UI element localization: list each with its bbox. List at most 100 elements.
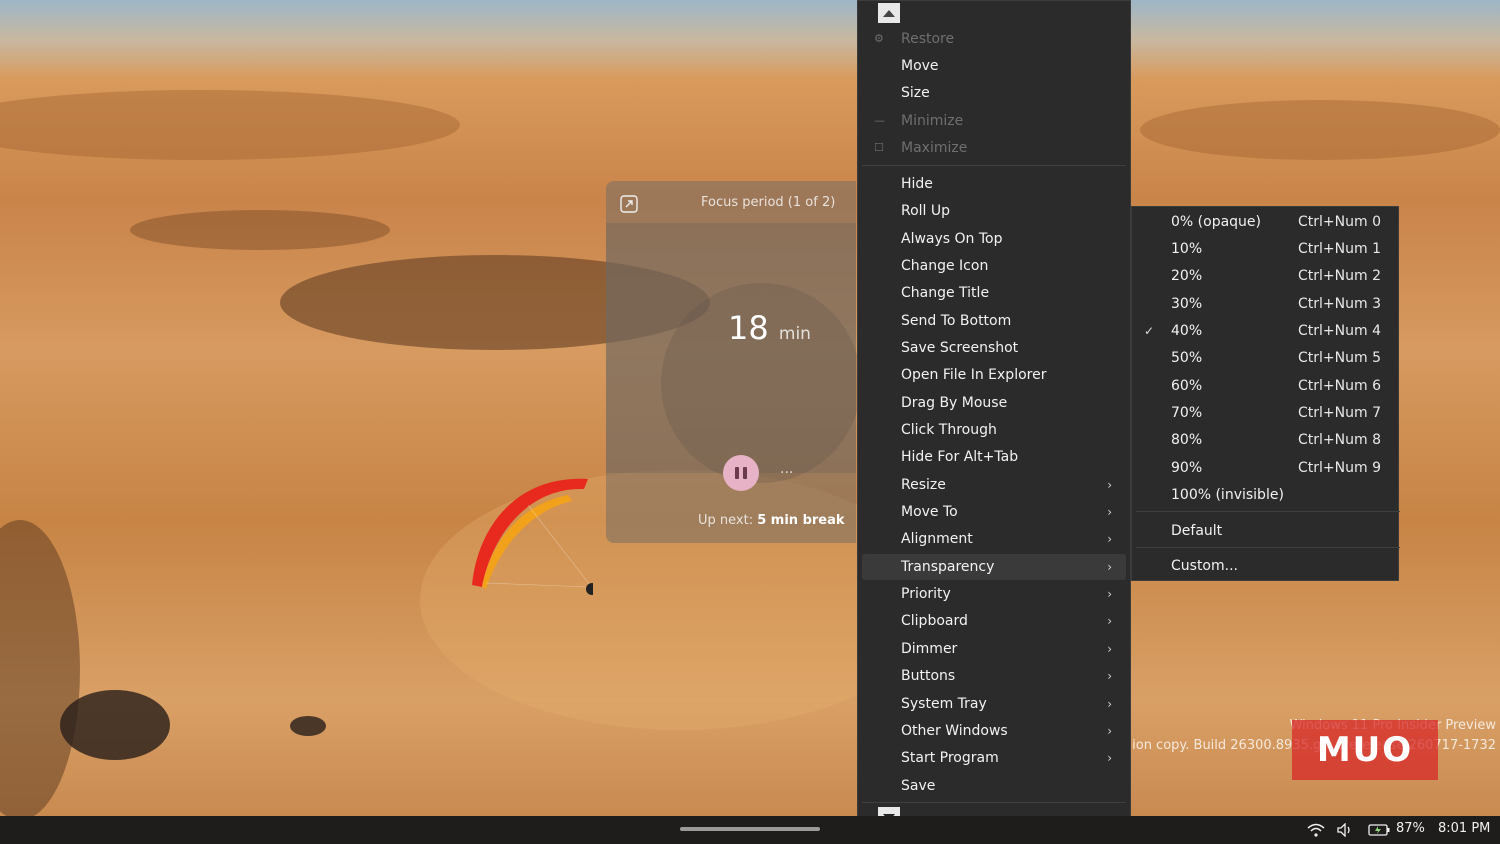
shortcut-text: Ctrl+Num 1 [1298, 241, 1381, 257]
menu-item-resize[interactable]: Resize › [862, 472, 1126, 498]
menu-item-label: Save Screenshot [901, 340, 1019, 356]
menu-item-dimmer[interactable]: Dimmer › [862, 636, 1126, 662]
menu-item-save-screenshot[interactable]: Save Screenshot [862, 335, 1126, 361]
submenu-item-label: 10% [1171, 241, 1203, 257]
menu-item-transparency[interactable]: Transparency › [862, 554, 1126, 580]
menu-item-label: Dimmer [901, 641, 958, 657]
menu-item-label: Drag By Mouse [901, 395, 1008, 411]
expand-icon[interactable] [620, 195, 638, 213]
shortcut-text: Ctrl+Num 9 [1298, 460, 1381, 476]
taskbar-handle[interactable] [680, 827, 820, 831]
menu-item-buttons[interactable]: Buttons › [862, 663, 1126, 689]
submenu-item-0-opaque[interactable]: 0% (opaque) Ctrl+Num 0 [1136, 209, 1394, 235]
menu-item-save[interactable]: Save [862, 773, 1126, 799]
dune-shadow [0, 520, 80, 816]
menu-item-label: Send To Bottom [901, 313, 1012, 329]
up-next-prefix: Up next: [698, 513, 754, 528]
menu-item-minimize[interactable]: — Minimize [862, 108, 1126, 134]
menu-item-change-icon[interactable]: Change Icon [862, 253, 1126, 279]
more-options-button[interactable]: ... [780, 461, 793, 477]
menu-item-restore[interactable]: ⚙ Restore [862, 26, 1126, 52]
submenu-item-label: Custom... [1171, 558, 1238, 574]
submenu-item-100-invisible[interactable]: 100% (invisible) [1136, 482, 1394, 508]
menu-item-label: Move [901, 58, 939, 74]
timer-minutes: 18 min [728, 309, 811, 347]
timer-minutes-unit: min [778, 324, 811, 344]
chevron-right-icon: › [1107, 505, 1112, 519]
menu-item-label: System Tray [901, 696, 987, 712]
submenu-item-80[interactable]: 80% Ctrl+Num 8 [1136, 427, 1394, 453]
taskbar: 87% 8:01 PM [0, 816, 1500, 844]
submenu-item-40[interactable]: ✓ 40% Ctrl+Num 4 [1136, 318, 1394, 344]
dune-shadow [130, 210, 390, 250]
shortcut-text: Ctrl+Num 0 [1298, 214, 1381, 230]
shortcut-text: Ctrl+Num 8 [1298, 432, 1381, 448]
chevron-right-icon: › [1107, 532, 1112, 546]
menu-item-label: Change Title [901, 285, 990, 301]
dune-shadow [0, 90, 460, 160]
menu-item-open-file-in-explorer[interactable]: Open File In Explorer [862, 362, 1126, 388]
wifi-icon[interactable] [1307, 823, 1325, 837]
menu-item-label: Change Icon [901, 258, 989, 274]
dune-shadow [60, 690, 170, 760]
menu-item-roll-up[interactable]: Roll Up [862, 198, 1126, 224]
menu-item-hide-for-alt-tab[interactable]: Hide For Alt+Tab [862, 444, 1126, 470]
pause-button[interactable] [723, 455, 759, 491]
menu-item-maximize[interactable]: ☐ Maximize [862, 135, 1126, 161]
menu-item-clipboard[interactable]: Clipboard › [862, 608, 1126, 634]
submenu-separator [1136, 511, 1400, 512]
submenu-item-70[interactable]: 70% Ctrl+Num 7 [1136, 400, 1394, 426]
menu-item-move[interactable]: Move [862, 53, 1126, 79]
menu-item-start-program[interactable]: Start Program › [862, 745, 1126, 771]
pause-icon-bar [735, 467, 739, 479]
clock[interactable]: 8:01 PM [1438, 821, 1490, 836]
menu-item-alignment[interactable]: Alignment › [862, 526, 1126, 552]
submenu-item-label: 0% (opaque) [1171, 214, 1261, 230]
submenu-item-default[interactable]: Default [1136, 518, 1394, 544]
menu-item-other-windows[interactable]: Other Windows › [862, 718, 1126, 744]
submenu-item-label: 80% [1171, 432, 1203, 448]
menu-item-move-to[interactable]: Move To › [862, 499, 1126, 525]
submenu-item-60[interactable]: 60% Ctrl+Num 6 [1136, 373, 1394, 399]
submenu-item-50[interactable]: 50% Ctrl+Num 5 [1136, 345, 1394, 371]
submenu-item-90[interactable]: 90% Ctrl+Num 9 [1136, 455, 1394, 481]
scroll-up-button[interactable] [878, 3, 900, 23]
menu-item-label: Size [901, 85, 930, 101]
menu-item-change-title[interactable]: Change Title [862, 280, 1126, 306]
shortcut-text: Ctrl+Num 2 [1298, 268, 1381, 284]
submenu-item-10[interactable]: 10% Ctrl+Num 1 [1136, 236, 1394, 262]
menu-item-size[interactable]: Size [862, 80, 1126, 106]
menu-item-label: Move To [901, 504, 958, 520]
menu-item-click-through[interactable]: Click Through [862, 417, 1126, 443]
menu-item-hide[interactable]: Hide [862, 171, 1126, 197]
submenu-item-custom[interactable]: Custom... [1136, 553, 1394, 579]
menu-item-send-to-bottom[interactable]: Send To Bottom [862, 308, 1126, 334]
paraglider-image [472, 478, 593, 595]
submenu-item-20[interactable]: 20% Ctrl+Num 2 [1136, 263, 1394, 289]
submenu-item-label: 100% (invisible) [1171, 487, 1284, 503]
submenu-separator [1136, 547, 1400, 548]
battery-charging-icon[interactable] [1368, 823, 1390, 837]
shortcut-text: Ctrl+Num 7 [1298, 405, 1381, 421]
menu-separator [862, 802, 1126, 803]
menu-item-label: Resize [901, 477, 946, 493]
submenu-item-label: 40% [1171, 323, 1203, 339]
volume-icon[interactable] [1337, 823, 1353, 837]
shortcut-text: Ctrl+Num 5 [1298, 350, 1381, 366]
menu-item-drag-by-mouse[interactable]: Drag By Mouse [862, 390, 1126, 416]
battery-percent: 87% [1396, 821, 1425, 836]
chevron-right-icon: › [1107, 478, 1112, 492]
chevron-right-icon: › [1107, 724, 1112, 738]
focus-widget: Focus period (1 of 2) 18 min ... Up next… [606, 181, 861, 543]
menu-item-label: Restore [901, 31, 955, 47]
submenu-item-label: 70% [1171, 405, 1203, 421]
submenu-item-30[interactable]: 30% Ctrl+Num 3 [1136, 291, 1394, 317]
menu-item-always-on-top[interactable]: Always On Top [862, 226, 1126, 252]
muo-logo: MUO [1292, 720, 1438, 780]
menu-item-label: Save [901, 778, 936, 794]
menu-item-label: Roll Up [901, 203, 951, 219]
shortcut-text: Ctrl+Num 4 [1298, 323, 1381, 339]
menu-item-system-tray[interactable]: System Tray › [862, 691, 1126, 717]
submenu-item-label: Default [1171, 523, 1223, 539]
menu-item-priority[interactable]: Priority › [862, 581, 1126, 607]
